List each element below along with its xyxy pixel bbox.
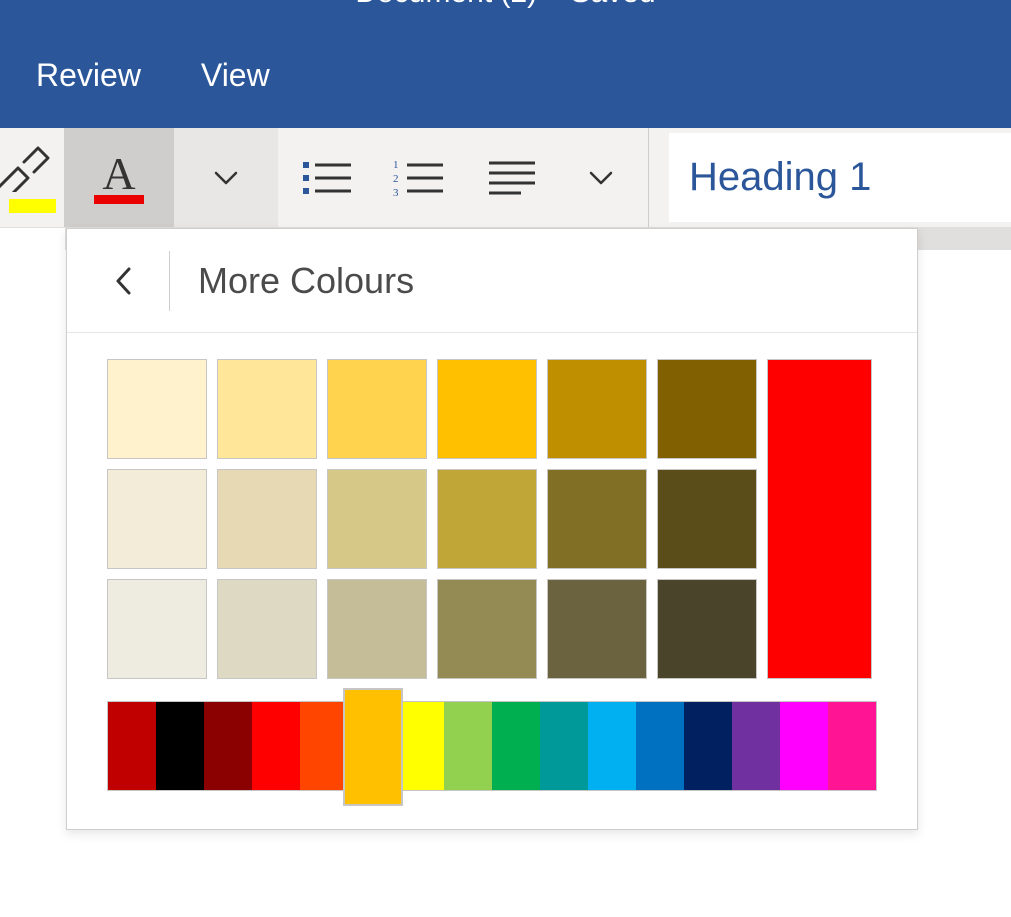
highlighter-icon [0, 146, 50, 192]
ribbon: A 1 2 3 [0, 128, 1011, 228]
hue-swatch[interactable] [732, 702, 780, 790]
hue-swatch[interactable] [252, 702, 300, 790]
font-color-split-button: A [64, 128, 278, 227]
font-color-bar [94, 195, 144, 204]
color-swatch[interactable] [327, 469, 427, 569]
svg-text:1: 1 [393, 159, 399, 171]
tab-review[interactable]: Review [36, 57, 141, 94]
header-separator [169, 251, 170, 311]
color-swatch[interactable] [437, 359, 537, 459]
ruler-strip-margin [0, 228, 66, 250]
font-color-dropdown[interactable] [174, 128, 278, 227]
numbered-list-icon: 1 2 3 [393, 156, 447, 200]
font-group: A [0, 128, 278, 227]
shade-row [107, 359, 757, 459]
bullet-list-icon [301, 156, 355, 200]
color-swatch[interactable] [327, 579, 427, 679]
shade-area [107, 359, 877, 679]
color-swatch[interactable] [657, 579, 757, 679]
alignment-button[interactable] [466, 128, 558, 227]
shade-row [107, 579, 757, 679]
numbered-list-button[interactable]: 1 2 3 [374, 128, 466, 227]
panel-title: More Colours [198, 260, 414, 302]
document-title-row: Document (2) – Saved [0, 0, 1011, 22]
color-swatch[interactable] [657, 359, 757, 459]
shade-row [107, 469, 757, 569]
hue-swatch[interactable] [636, 702, 684, 790]
color-swatch[interactable] [217, 359, 317, 459]
color-swatch[interactable] [107, 469, 207, 569]
hue-bar [107, 701, 877, 791]
chevron-left-icon [112, 266, 136, 296]
hue-swatch[interactable] [204, 702, 252, 790]
color-swatch[interactable] [547, 579, 647, 679]
panel-body [67, 333, 917, 829]
color-swatch[interactable] [107, 359, 207, 459]
color-swatch[interactable] [327, 359, 427, 459]
font-color-letter: A [102, 151, 135, 197]
tab-view[interactable]: View [201, 57, 270, 94]
font-color-button[interactable]: A [64, 128, 174, 227]
bulleted-list-button[interactable] [282, 128, 374, 227]
color-swatch[interactable] [547, 469, 647, 569]
chevron-down-icon [587, 164, 615, 192]
color-swatch[interactable] [437, 469, 537, 569]
color-swatch[interactable] [547, 359, 647, 459]
style-gallery-item[interactable]: Heading 1 [669, 133, 1011, 222]
highlight-color-bar [9, 199, 56, 213]
svg-text:2: 2 [393, 173, 399, 185]
paragraph-group: 1 2 3 [278, 128, 649, 227]
color-swatch[interactable] [437, 579, 537, 679]
hue-swatch[interactable] [156, 702, 204, 790]
ribbon-tabs: Review View [0, 22, 1011, 128]
hue-swatch[interactable] [588, 702, 636, 790]
hue-swatch[interactable] [348, 702, 396, 790]
title-bar: Document (2) – Saved Review View [0, 0, 1011, 128]
selected-color-preview[interactable] [767, 359, 872, 679]
panel-header: More Colours [67, 229, 917, 333]
chevron-down-icon [212, 164, 240, 192]
color-swatch[interactable] [657, 469, 757, 569]
hue-swatch[interactable] [108, 702, 156, 790]
color-swatch[interactable] [107, 579, 207, 679]
more-colours-panel: More Colours [66, 228, 918, 830]
hue-swatch[interactable] [444, 702, 492, 790]
hue-swatch[interactable] [684, 702, 732, 790]
svg-text:3: 3 [393, 187, 399, 199]
hue-swatch[interactable] [780, 702, 828, 790]
hue-swatch[interactable] [540, 702, 588, 790]
text-highlight-button[interactable] [0, 128, 64, 227]
hue-swatch[interactable] [828, 702, 876, 790]
paragraph-more-dropdown[interactable] [558, 164, 644, 192]
hue-swatch[interactable] [396, 702, 444, 790]
hue-swatch[interactable] [300, 702, 348, 790]
color-swatch[interactable] [217, 469, 317, 569]
hue-swatch[interactable] [492, 702, 540, 790]
align-justify-icon [485, 156, 539, 200]
back-button[interactable] [89, 251, 159, 311]
shade-grid [107, 359, 757, 679]
style-name-label: Heading 1 [689, 155, 871, 200]
color-swatch[interactable] [217, 579, 317, 679]
document-title: Document (2) – Saved [355, 0, 655, 9]
